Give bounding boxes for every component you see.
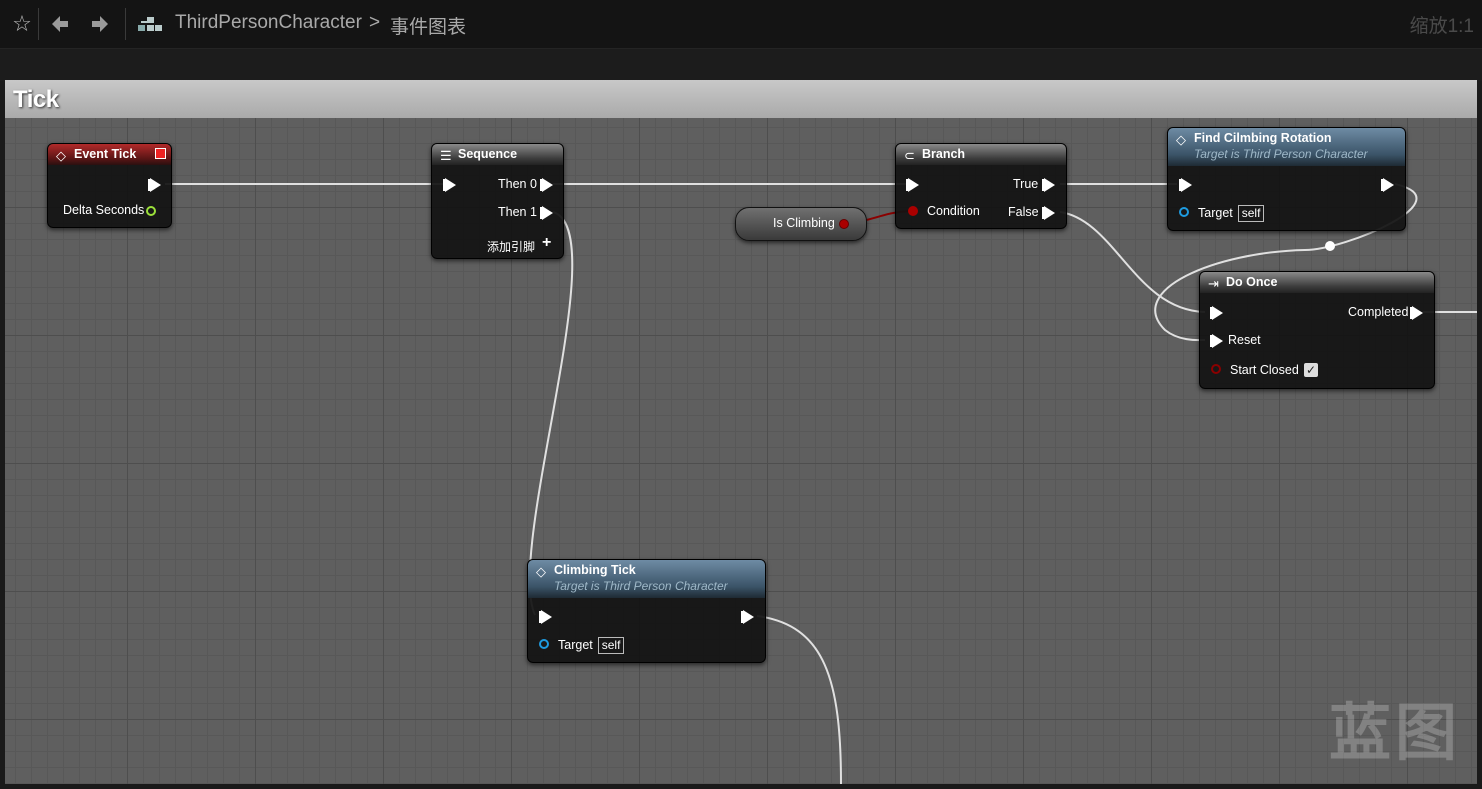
- graph-canvas[interactable]: Tick ◇ Event Tick Delta Seconds ☰ Sequen…: [5, 80, 1477, 784]
- bool-pin[interactable]: [839, 219, 849, 229]
- pin-label: Then 0: [498, 177, 537, 191]
- pin-label: Delta Seconds: [63, 203, 145, 217]
- object-pin[interactable]: [1179, 207, 1189, 217]
- pin-label: Start Closed: [1230, 363, 1299, 377]
- self-default[interactable]: self: [597, 637, 625, 654]
- exec-out-pin[interactable]: [540, 178, 553, 192]
- node-title: Branch: [922, 147, 966, 161]
- event-diamond-icon: ◇: [56, 148, 66, 163]
- function-icon: ◇: [1176, 132, 1186, 147]
- node-do-once[interactable]: ⇥ Do Once Completed Reset Start Closed ✓: [1199, 271, 1435, 389]
- start-closed-checkbox[interactable]: ✓: [1304, 363, 1318, 377]
- wire-climbing-tick-out: [756, 615, 842, 784]
- exec-out-pin[interactable]: [1381, 178, 1394, 192]
- exec-out-pin[interactable]: [1410, 306, 1423, 320]
- breadcrumb-separator: >: [369, 12, 381, 33]
- toolbar: ☆ ThirdPersonCharacter > 事件图表 缩放1:1: [0, 0, 1482, 48]
- tab-strip: [0, 48, 1482, 81]
- float-pin[interactable]: [146, 206, 156, 216]
- pin-label: False: [1008, 205, 1039, 219]
- pin-label: Then 1: [498, 205, 537, 219]
- do-once-icon: ⇥: [1208, 276, 1219, 291]
- node-subtitle: Target is Third Person Character: [554, 579, 728, 593]
- node-subtitle: Target is Third Person Character: [1194, 147, 1368, 161]
- exec-out-pin[interactable]: [148, 178, 161, 192]
- pin-label: Reset: [1228, 333, 1261, 347]
- exec-in-pin[interactable]: [539, 610, 552, 624]
- add-pin-icon[interactable]: +: [542, 234, 551, 252]
- bool-pin[interactable]: [1211, 364, 1221, 374]
- bool-pin[interactable]: [908, 206, 918, 216]
- node-header: ⇥ Do Once: [1200, 272, 1434, 293]
- pin-label: Completed: [1348, 305, 1409, 319]
- variable-label: Is Climbing: [773, 216, 835, 230]
- target-pin: Target self: [558, 637, 625, 654]
- zoom-level: 缩放1:1: [1409, 16, 1474, 37]
- node-title: Climbing Tick: [554, 563, 636, 577]
- branch-icon: ⊂: [904, 148, 915, 163]
- toolbar-divider: [125, 8, 126, 40]
- star-icon[interactable]: ☆: [8, 10, 36, 38]
- node-title: Do Once: [1226, 275, 1278, 289]
- sequence-icon: ☰: [440, 148, 452, 163]
- node-header: ⊂ Branch: [896, 144, 1066, 165]
- node-header: ◇ Event Tick: [48, 144, 171, 165]
- exec-in-pin[interactable]: [443, 178, 456, 192]
- node-title: Event Tick: [74, 147, 137, 161]
- breadcrumb-blueprint[interactable]: ThirdPersonCharacter: [175, 12, 362, 34]
- exec-in-pin[interactable]: [1210, 306, 1223, 320]
- node-header: ◇ Find Cilmbing Rotation Target is Third…: [1168, 128, 1405, 166]
- delegate-pin-icon[interactable]: [155, 148, 166, 159]
- node-title: Find Cilmbing Rotation: [1194, 131, 1332, 145]
- forward-arrow-icon[interactable]: [86, 10, 114, 38]
- exec-out-pin[interactable]: [1042, 178, 1055, 192]
- node-is-climbing[interactable]: Is Climbing: [735, 207, 867, 241]
- node-climbing-tick[interactable]: ◇ Climbing Tick Target is Third Person C…: [527, 559, 766, 663]
- node-sequence[interactable]: ☰ Sequence Then 0 Then 1 添加引脚 +: [431, 143, 564, 259]
- add-pin-label[interactable]: 添加引脚: [487, 238, 535, 255]
- node-find-climbing-rotation[interactable]: ◇ Find Cilmbing Rotation Target is Third…: [1167, 127, 1406, 231]
- exec-in-pin[interactable]: [906, 178, 919, 192]
- object-pin[interactable]: [539, 639, 549, 649]
- node-title: Sequence: [458, 147, 518, 161]
- exec-out-pin[interactable]: [741, 610, 754, 624]
- self-default[interactable]: self: [1237, 205, 1265, 222]
- exec-in-pin[interactable]: [1179, 178, 1192, 192]
- node-event-tick[interactable]: ◇ Event Tick Delta Seconds: [47, 143, 172, 228]
- reset-exec-pin[interactable]: [1210, 334, 1223, 348]
- node-header: ☰ Sequence: [432, 144, 563, 165]
- function-icon: ◇: [536, 564, 546, 579]
- graph-icon: [136, 10, 164, 38]
- back-arrow-icon[interactable]: [46, 10, 74, 38]
- pin-label: True: [1013, 177, 1039, 191]
- toolbar-divider: [38, 8, 39, 40]
- node-header: ◇ Climbing Tick Target is Third Person C…: [528, 560, 765, 598]
- pin-label: Target: [1198, 206, 1233, 220]
- breadcrumb-event-graph[interactable]: 事件图表: [390, 12, 466, 39]
- wire-sequence-climbing-tick: [528, 211, 574, 616]
- node-branch[interactable]: ⊂ Branch True Condition False: [895, 143, 1067, 229]
- target-pin: Target self: [1198, 205, 1265, 222]
- exec-out-pin[interactable]: [540, 206, 553, 220]
- wire-reroute-knot: [1325, 241, 1335, 251]
- exec-out-pin[interactable]: [1042, 206, 1055, 220]
- pin-label: Condition: [927, 204, 980, 218]
- blueprint-watermark: 蓝图: [1328, 696, 1461, 769]
- pin-label: Target: [558, 638, 593, 652]
